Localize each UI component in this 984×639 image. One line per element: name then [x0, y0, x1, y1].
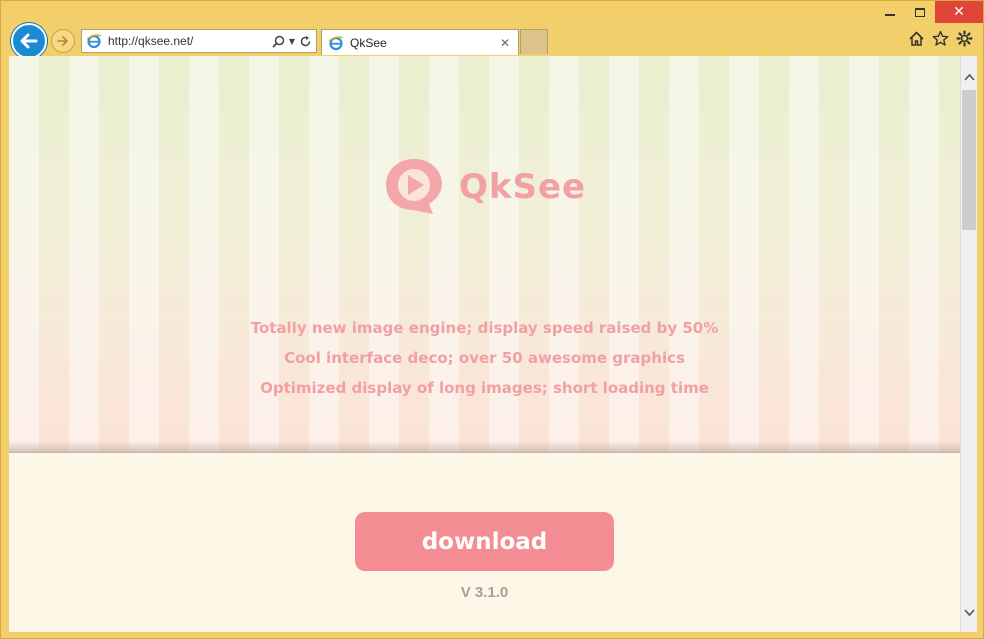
back-arrow-icon [20, 33, 38, 49]
play-bubble-icon [386, 159, 442, 214]
star-icon[interactable] [931, 29, 949, 47]
feature-item: Optimized display of long images; short … [260, 379, 709, 397]
qksee-logo: QkSee [381, 154, 586, 220]
hero-section: QkSee Totally new image engine; display … [9, 56, 960, 453]
feature-list: Totally new image engine; display speed … [9, 318, 960, 408]
window-controls: ✕ [875, 1, 983, 25]
feature-item: Cool interface deco; over 50 awesome gra… [284, 349, 685, 367]
tab-ie-icon [328, 35, 344, 51]
refresh-icon[interactable] [299, 35, 312, 48]
url-text[interactable]: http://qksee.net/ [108, 34, 272, 48]
browser-window: ✕ http://qksee.net/ ▼ QkSee ✕ QkSee Tota… [0, 0, 984, 639]
hero-divider [9, 441, 960, 453]
tab-close-icon[interactable]: ✕ [498, 36, 512, 50]
maximize-icon [915, 7, 925, 17]
address-bar[interactable]: http://qksee.net/ ▼ [81, 29, 317, 53]
scroll-down-icon[interactable] [961, 604, 978, 622]
minimize-button[interactable] [875, 1, 905, 23]
version-label: V 3.1.0 [460, 584, 509, 601]
back-button[interactable] [11, 23, 47, 59]
forward-arrow-icon [57, 36, 68, 46]
browser-tools [907, 29, 973, 47]
dropdown-arrow-icon[interactable]: ▼ [289, 37, 295, 46]
gear-icon[interactable] [955, 29, 973, 47]
forward-button[interactable] [51, 29, 75, 53]
search-icon[interactable] [272, 35, 285, 48]
maximize-button[interactable] [905, 1, 935, 23]
tab-qksee[interactable]: QkSee ✕ [321, 29, 519, 55]
feature-item: Totally new image engine; display speed … [250, 319, 719, 337]
ie-icon [86, 33, 102, 49]
vertical-scrollbar[interactable] [960, 56, 977, 632]
tab-title: QkSee [350, 35, 387, 50]
logo-text: QkSee [459, 167, 587, 207]
page-viewport: QkSee Totally new image engine; display … [9, 56, 960, 632]
address-tools: ▼ [272, 35, 312, 48]
scroll-thumb[interactable] [962, 90, 976, 230]
download-button[interactable]: download [355, 512, 614, 571]
home-icon[interactable] [907, 29, 925, 47]
scroll-up-icon[interactable] [961, 68, 978, 86]
close-window-button[interactable]: ✕ [935, 1, 983, 23]
minimize-icon [885, 14, 895, 16]
new-tab-button[interactable] [520, 29, 548, 54]
